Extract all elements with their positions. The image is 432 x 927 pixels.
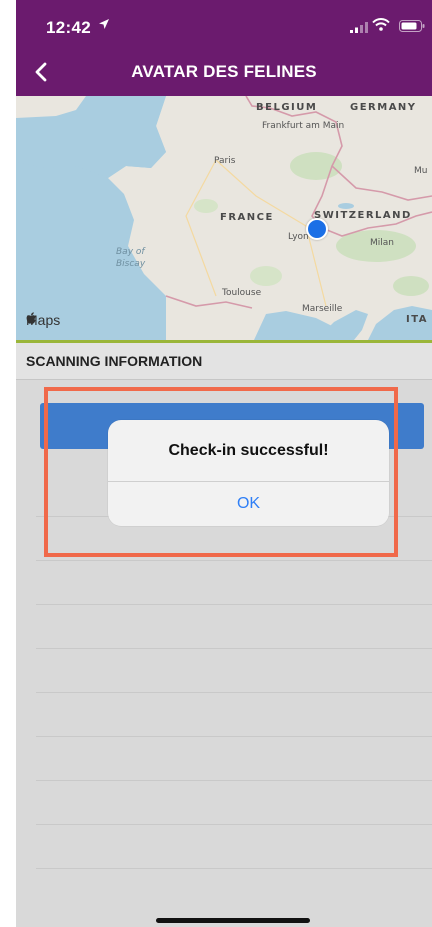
location-arrow-icon: [98, 17, 110, 35]
map-label-mu: Mu: [414, 166, 428, 176]
wifi-icon: [372, 18, 390, 36]
alert-dialog: Check-in successful! OK: [108, 420, 389, 526]
list-divider: [36, 736, 432, 737]
apple-logo-icon: [26, 312, 36, 324]
section-title: SCANNING INFORMATION: [26, 353, 203, 369]
battery-icon: [399, 19, 425, 37]
list-divider: [36, 604, 432, 605]
status-bar: 12:42: [16, 0, 432, 48]
signal-icon: [350, 20, 368, 38]
current-location-dot: [306, 218, 328, 240]
list-divider: [36, 780, 432, 781]
map-label-lyon: Lyon: [288, 232, 309, 242]
map-label-ita: ITA: [406, 314, 429, 325]
list-divider: [36, 692, 432, 693]
map-label-toulouse: Toulouse: [222, 288, 262, 298]
navigation-bar: AVATAR DES FELINES: [16, 48, 432, 96]
list-divider: [36, 560, 432, 561]
section-header: SCANNING INFORMATION: [16, 343, 432, 380]
map-label-milan: Milan: [370, 238, 394, 248]
map-label-france: FRANCE: [220, 212, 274, 223]
maps-attribution: Maps: [26, 312, 60, 328]
app-screen: 12:42 AVATAR DES FELINES BELGIUM GERMANY…: [16, 0, 432, 927]
list-divider: [36, 868, 432, 869]
alert-message: Check-in successful!: [168, 442, 329, 459]
map-label-switzerland: SWITZERLAND: [314, 210, 412, 221]
status-time: 12:42: [46, 18, 91, 37]
map-label-germany: GERMANY: [350, 102, 417, 113]
map-label-frankfurt: Frankfurt am Main: [262, 121, 345, 131]
map-label-paris: Paris: [214, 156, 236, 166]
page-title: AVATAR DES FELINES: [131, 62, 317, 81]
map-view[interactable]: BELGIUM GERMANY Frankfurt am Main Paris …: [16, 96, 432, 340]
home-indicator[interactable]: [156, 918, 310, 923]
map-label-marseille: Marseille: [302, 304, 343, 314]
map-label-bay-of-biscay: Bay of Biscay: [116, 247, 146, 269]
list-divider: [36, 824, 432, 825]
list-divider: [36, 648, 432, 649]
screenshot-margin: [0, 0, 16, 927]
map-label-belgium: BELGIUM: [256, 102, 318, 113]
ok-button[interactable]: OK: [108, 482, 389, 526]
